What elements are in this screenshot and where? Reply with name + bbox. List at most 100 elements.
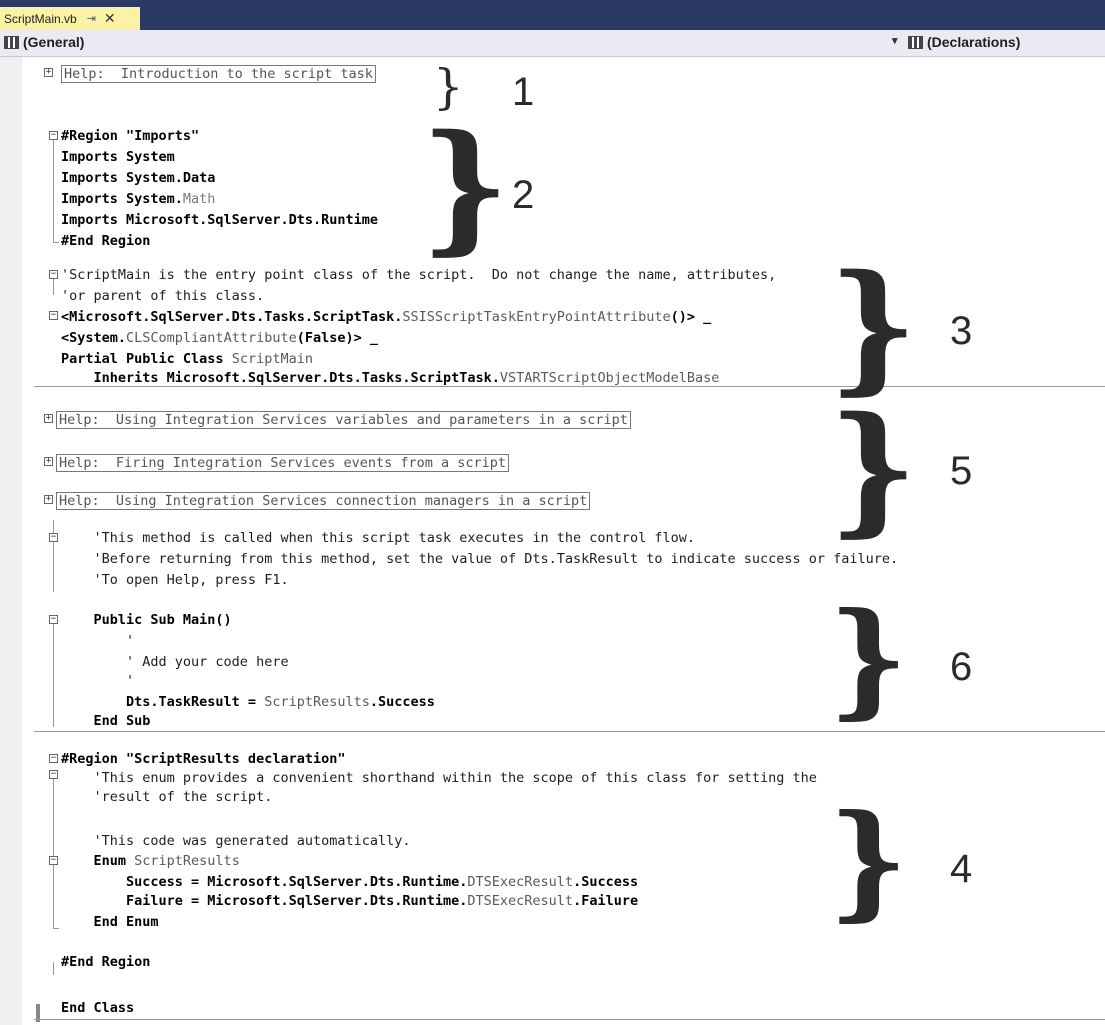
expand-icon[interactable]: + [44,414,53,423]
member-grid-icon [908,35,923,49]
code-line: Success = Microsoft.SqlServer.Dts.Runtim… [61,874,638,891]
code-line: Inherits Microsoft.SqlServer.Dts.Tasks.S… [61,370,720,387]
collapsed-region[interactable]: Help: Introduction to the script task [61,65,376,83]
code-line: <System.CLSCompliantAttribute(False)> _ [61,330,378,347]
code-line: 'ScriptMain is the entry point class of … [61,267,777,283]
code-token: <Microsoft.SqlServer.Dts.Tasks.ScriptTas… [61,309,403,325]
expand-icon[interactable]: + [44,495,53,504]
expand-icon[interactable]: + [44,68,53,77]
collapsed-region[interactable]: Help: Using Integration Services connect… [56,492,591,510]
collapse-icon[interactable]: − [49,311,58,320]
collapsed-region[interactable]: Help: Firing Integration Services events… [56,454,510,472]
annotation-number: 5 [950,449,973,493]
fold-guide-end [53,242,59,243]
code-line: End Enum [61,914,159,930]
code-token: ScriptResults [134,853,240,869]
code-line: #Region "Imports" [61,128,200,144]
code-line: <Microsoft.SqlServer.Dts.Tasks.ScriptTas… [61,309,711,326]
annotation-brace: } [828,387,919,551]
annotation-brace: } [828,788,909,934]
code-token: Partial Public Class [61,351,232,367]
fold-guide-end [53,928,59,929]
code-line: 'This enum provides a convenient shortha… [61,770,817,786]
collapse-icon[interactable]: − [49,615,58,624]
code-line: 'Before returning from this method, set … [61,551,899,567]
close-icon[interactable]: ✕ [104,10,116,27]
code-token: Failure = Microsoft.SqlServer.Dts.Runtim… [61,893,468,909]
annotation-number: 3 [950,309,973,353]
code-line: 'This code was generated automatically. [61,833,411,849]
fold-guide [53,520,54,592]
code-token: .Failure [573,893,639,909]
code-line: Dts.TaskResult = ScriptResults.Success [61,694,435,711]
title-bar: ScriptMain.vb ⇥ ✕ [0,0,1105,30]
code-token: (False)> _ [296,330,378,346]
annotation-brace: } [828,586,909,732]
code-token: Dts.TaskResult = [61,694,265,710]
fold-guide [53,623,54,727]
chevron-down-icon[interactable]: ▾ [892,34,898,47]
tab-filename: ScriptMain.vb [4,11,77,26]
code-line: Partial Public Class ScriptMain [61,351,313,368]
collapsed-region[interactable]: Help: Using Integration Services variabl… [56,411,631,429]
collapse-icon[interactable]: − [49,270,58,279]
code-line: Imports System [61,149,175,165]
annotation-number: 1 [512,70,535,114]
collapse-icon[interactable]: − [49,754,58,763]
navigation-bar: (General) ▾ (Declarations) [0,30,1105,57]
code-line: 'This method is called when this script … [61,530,695,546]
code-line: 'result of the script. [61,789,273,805]
code-token: Inherits Microsoft.SqlServer.Dts.Tasks.S… [61,370,500,386]
collapse-icon[interactable]: − [49,533,58,542]
collapse-icon[interactable]: − [49,131,58,140]
annotation-brace: } [420,105,511,269]
code-line: Failure = Microsoft.SqlServer.Dts.Runtim… [61,893,638,910]
code-token: Success = Microsoft.SqlServer.Dts.Runtim… [61,874,468,890]
expand-icon[interactable]: + [44,457,53,466]
code-line: ' [61,673,135,689]
member-dropdown[interactable]: (Declarations) [908,34,1020,50]
code-line: Imports System.Math [61,191,215,208]
code-line: End Sub [61,713,151,729]
code-token: ScriptMain [231,351,313,367]
fold-guide [53,962,54,975]
code-token: DTSExecResult [467,893,574,909]
code-token: ScriptResults [264,694,370,710]
code-token: CLSCompliantAttribute [126,330,297,346]
code-line: ' Add your code here [61,654,289,670]
class-dropdown[interactable]: (General) [4,34,84,50]
annotation-number: 4 [950,847,973,891]
code-token: .Success [573,874,639,890]
code-line: #Region "ScriptResults declaration" [61,751,346,767]
code-line: Help: Introduction to the script task [61,65,376,83]
collapse-icon[interactable]: − [49,770,58,779]
code-line: Imports System.Data [61,170,216,186]
pin-icon[interactable]: ⇥ [87,12,96,25]
code-token: <System. [61,330,127,346]
fold-guide [53,771,54,928]
annotation-number: 2 [512,173,535,217]
code-line: Help: Using Integration Services connect… [56,492,591,510]
code-line: #End Region [61,233,151,249]
annotation-number: 6 [950,645,973,689]
code-line: 'or parent of this class. [61,288,265,304]
code-line: Enum ScriptResults [61,853,240,870]
method-separator [34,731,1105,732]
code-line: ' [61,633,135,649]
code-token: DTSExecResult [467,874,574,890]
code-editor[interactable]: + − − − + + + − − − − − Help: Introducti… [0,57,1105,1025]
code-line: Help: Firing Integration Services events… [56,454,510,472]
fold-guide [53,140,54,242]
code-token: Math [182,191,216,207]
member-dropdown-label: (Declarations) [927,34,1021,50]
method-separator [34,1019,1105,1020]
tab-scriptmain[interactable]: ScriptMain.vb ⇥ ✕ [0,7,140,30]
fold-guide [53,279,54,295]
code-line: Public Sub Main() [61,612,232,628]
code-token: VSTARTScriptObjectModelBase [499,370,720,386]
annotation-brace: } [828,245,919,409]
code-token: .Success [369,694,435,710]
collapse-icon[interactable]: − [49,856,58,865]
code-token: Enum [61,853,135,869]
class-dropdown-label: (General) [23,34,85,50]
